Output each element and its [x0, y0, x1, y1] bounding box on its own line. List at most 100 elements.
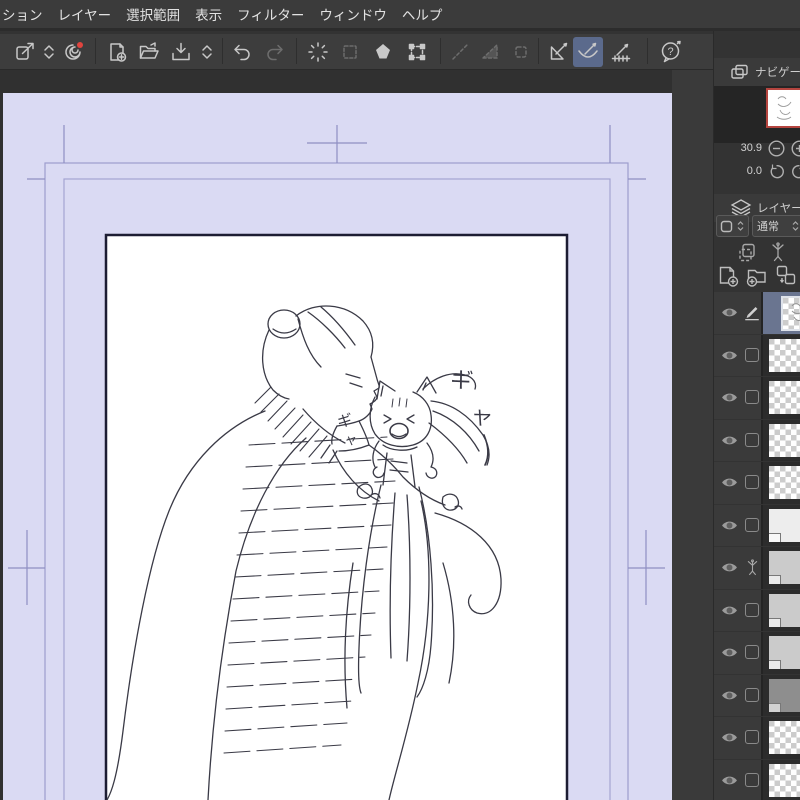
- redo-button[interactable]: [262, 39, 288, 65]
- layer-visibility-eye-icon[interactable]: [720, 689, 739, 707]
- layer-checkbox[interactable]: [743, 431, 761, 449]
- crop-canvas-button[interactable]: [404, 39, 430, 65]
- layer-thumbnail[interactable]: [769, 551, 800, 584]
- navigator-preview-area[interactable]: [714, 86, 800, 143]
- layer-visibility-eye-icon[interactable]: [720, 646, 739, 664]
- clear-selection-button[interactable]: [370, 39, 396, 65]
- rotate-cw-button[interactable]: [791, 163, 800, 180]
- layer-mask-icon[interactable]: [737, 241, 759, 263]
- layer-row[interactable]: [714, 632, 800, 675]
- layer-row[interactable]: [714, 717, 800, 760]
- clip-studio-home-button[interactable]: [60, 39, 86, 65]
- layer-checkbox[interactable]: [743, 771, 761, 789]
- snap-to-ruler-button[interactable]: [546, 39, 572, 65]
- menu-item-1[interactable]: レイヤー: [58, 4, 112, 24]
- layer-thumbnail-cell[interactable]: [761, 717, 800, 759]
- layer-thumbnail[interactable]: [769, 636, 800, 669]
- layer-checkbox[interactable]: [743, 388, 761, 406]
- open-file-button[interactable]: [136, 39, 162, 65]
- snap-line-button[interactable]: [447, 39, 473, 65]
- layer-checkbox[interactable]: [743, 516, 761, 534]
- undo-button[interactable]: [229, 39, 255, 65]
- snap-gradient-button[interactable]: [477, 39, 503, 65]
- layer-row[interactable]: [714, 462, 800, 505]
- menu-item-5[interactable]: ウィンドウ: [319, 4, 387, 24]
- layer-row[interactable]: [714, 759, 800, 800]
- layer-checkbox[interactable]: [743, 686, 761, 704]
- layer-thumbnail-cell[interactable]: [761, 504, 800, 546]
- layer-thumbnail-cell[interactable]: [761, 377, 800, 419]
- zoom-in-button[interactable]: [791, 140, 800, 157]
- layer-row[interactable]: [714, 547, 800, 590]
- layer-row[interactable]: [714, 674, 800, 717]
- layer-row[interactable]: [714, 589, 800, 632]
- zoom-out-button[interactable]: [768, 139, 785, 157]
- snap-to-guide-button[interactable]: [608, 39, 634, 65]
- layer-thumbnail-cell[interactable]: [761, 334, 800, 376]
- layer-row[interactable]: [714, 334, 800, 377]
- layer-visibility-eye-icon[interactable]: [720, 476, 739, 494]
- save-expander-icon[interactable]: [198, 39, 216, 65]
- layer-checkbox[interactable]: [743, 473, 761, 491]
- navigator-thumbnail[interactable]: [766, 88, 800, 128]
- help-button[interactable]: ?: [658, 39, 684, 65]
- open-in-app-button[interactable]: [12, 39, 38, 65]
- menu-item-4[interactable]: フィルター: [237, 4, 304, 24]
- document-canvas[interactable]: ギ ャ ギ ヤ: [3, 93, 672, 800]
- layer-edit-pen-icon[interactable]: [743, 303, 761, 321]
- layer-visibility-eye-icon[interactable]: [720, 306, 739, 324]
- layer-thumbnail-cell[interactable]: [761, 632, 800, 674]
- layer-checkbox[interactable]: [743, 728, 761, 746]
- new-canvas-button[interactable]: [104, 39, 130, 65]
- layer-visibility-eye-icon[interactable]: [720, 561, 739, 579]
- layer-row[interactable]: [714, 292, 800, 335]
- rotate-ccw-button[interactable]: [768, 163, 785, 180]
- layer-color-dropdown[interactable]: [716, 215, 749, 237]
- layer-checkbox[interactable]: [743, 601, 761, 619]
- layer-row[interactable]: [714, 504, 800, 547]
- layer-visibility-eye-icon[interactable]: [720, 519, 739, 537]
- layer-thumbnail[interactable]: [769, 721, 800, 754]
- layer-visibility-eye-icon[interactable]: [720, 349, 739, 367]
- new-folder-button[interactable]: [745, 263, 770, 288]
- layer-thumbnail-cell[interactable]: [761, 292, 800, 334]
- reselect-button[interactable]: [337, 39, 363, 65]
- layer-visibility-eye-icon[interactable]: [720, 604, 739, 622]
- deselect-button[interactable]: [305, 39, 331, 65]
- layer-thumbnail[interactable]: [769, 593, 800, 627]
- layer-visibility-eye-icon[interactable]: [720, 731, 739, 749]
- layer-thumbnail-cell[interactable]: [761, 547, 800, 589]
- layer-thumbnail-cell[interactable]: [761, 674, 800, 716]
- layer-checkbox[interactable]: [743, 346, 761, 364]
- layer-checkbox[interactable]: [743, 643, 761, 661]
- layer-thumbnail[interactable]: [769, 763, 800, 797]
- canvas-graphics[interactable]: ギ ャ ギ ヤ: [3, 93, 672, 800]
- blend-mode-dropdown[interactable]: 通常: [752, 215, 800, 237]
- layer-thumbnail-cell[interactable]: [761, 462, 800, 504]
- layer-thumbnail[interactable]: [769, 678, 800, 712]
- toolbar-expander-icon[interactable]: [40, 39, 58, 65]
- layer-row[interactable]: [714, 419, 800, 462]
- navigator-panel-header[interactable]: ナビゲーター: [714, 58, 800, 86]
- layer-row[interactable]: [714, 377, 800, 420]
- menu-item-6[interactable]: ヘルプ: [402, 4, 443, 24]
- ruler-icon[interactable]: [769, 241, 787, 262]
- layer-thumbnail[interactable]: [769, 466, 800, 499]
- layer-thumbnail-cell[interactable]: [761, 589, 800, 631]
- layer-thumbnail-cell[interactable]: [761, 419, 800, 461]
- layer-thumbnail[interactable]: [769, 381, 800, 414]
- transfer-layer-button[interactable]: [774, 263, 799, 288]
- layer-thumbnail[interactable]: [769, 508, 800, 542]
- save-button[interactable]: [168, 39, 194, 65]
- menu-item-0[interactable]: ション: [2, 4, 43, 24]
- layer-ruler-icon[interactable]: [743, 558, 761, 576]
- new-layer-button[interactable]: [717, 263, 742, 288]
- layer-visibility-eye-icon[interactable]: [720, 391, 739, 409]
- layer-thumbnail[interactable]: [769, 423, 800, 457]
- layer-visibility-eye-icon[interactable]: [720, 434, 739, 452]
- menu-item-3[interactable]: 表示: [195, 4, 222, 24]
- layer-thumbnail-cell[interactable]: [761, 759, 800, 800]
- menu-item-2[interactable]: 選択範囲: [126, 4, 180, 24]
- snap-frame-button[interactable]: [508, 39, 534, 65]
- layer-visibility-eye-icon[interactable]: [720, 774, 739, 792]
